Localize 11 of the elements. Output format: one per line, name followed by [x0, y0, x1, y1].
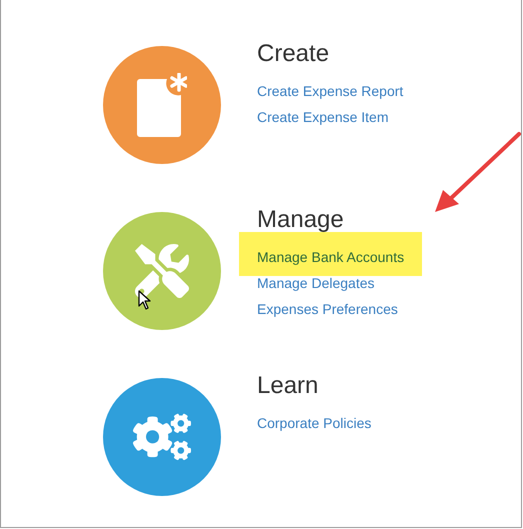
section-link[interactable]: Create Expense Item: [257, 104, 389, 130]
section-heading: Create: [257, 39, 330, 69]
section-link[interactable]: Manage Bank Accounts: [239, 232, 422, 276]
cursor-icon: [138, 290, 152, 310]
tools-icon: [135, 244, 189, 298]
section-heading: Manage: [257, 205, 345, 235]
section-heading: Learn: [257, 371, 320, 401]
section-link[interactable]: Expenses Preferences: [257, 296, 398, 322]
section-link[interactable]: Corporate Policies: [257, 410, 372, 436]
document-asterisk-icon: [137, 73, 187, 137]
section-link[interactable]: Create Expense Report: [257, 78, 404, 104]
